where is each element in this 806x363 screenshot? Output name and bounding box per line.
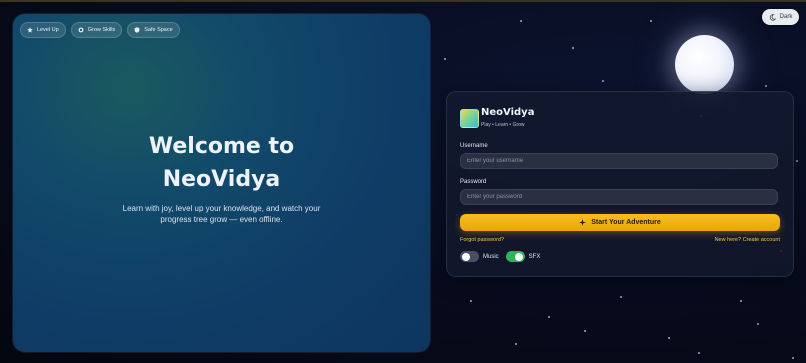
star	[698, 352, 700, 354]
music-toggle-knob	[461, 252, 470, 261]
star	[572, 47, 574, 49]
star	[548, 316, 550, 318]
theme-toggle-label: Dark	[779, 14, 793, 20]
brand-name: NeoVidya	[481, 107, 535, 118]
star	[668, 337, 670, 339]
subtitle-line-1: Learn with joy, level up your knowledge,…	[122, 204, 321, 213]
sparkle-icon	[579, 219, 587, 226]
star	[515, 343, 517, 345]
feature-chips: Level Up Grow Skills Safe Space	[20, 22, 180, 38]
star	[520, 20, 522, 22]
chip-label: Level Up	[37, 27, 59, 33]
star-icon	[27, 27, 33, 33]
music-toggle[interactable]	[460, 251, 479, 262]
chip-grow-skills: Grow Skills	[70, 22, 123, 38]
sfx-toggle-knob	[515, 252, 524, 261]
welcome-subtitle: Learn with joy, level up your knowledge,…	[113, 203, 330, 225]
start-adventure-label: Start Your Adventure	[591, 219, 661, 226]
welcome-heading: Welcome to NeoVidya	[13, 130, 430, 196]
star	[650, 20, 652, 22]
star	[602, 80, 604, 82]
sfx-label: SFX	[528, 253, 541, 260]
star	[765, 85, 767, 87]
password-input[interactable]	[460, 189, 778, 205]
top-border	[0, 0, 806, 2]
star	[792, 357, 794, 359]
music-label: Music	[483, 253, 499, 260]
chip-level-up: Level Up	[20, 22, 66, 38]
sound-toggles: Music SFX	[460, 251, 540, 262]
star	[444, 58, 446, 60]
chip-safe-space: Safe Space	[127, 22, 180, 38]
welcome-panel: Level Up Grow Skills Safe Space Welcome …	[13, 14, 430, 352]
subtitle-line-2: progress tree grow — even offline.	[160, 215, 283, 224]
password-label: Password	[460, 179, 487, 185]
moon-icon	[769, 13, 776, 21]
brand-tagline: Play • Learn • Grow	[481, 122, 525, 128]
heading-line-2: NeoVidya	[162, 167, 281, 192]
star	[740, 300, 742, 302]
sprout-icon	[78, 27, 84, 33]
chip-label: Grow Skills	[87, 27, 116, 33]
chip-label: Safe Space	[144, 27, 173, 33]
shield-icon	[134, 27, 140, 33]
moon-decoration	[675, 35, 734, 94]
star	[796, 160, 798, 162]
username-input[interactable]	[460, 153, 778, 169]
theme-toggle-button[interactable]: Dark	[762, 9, 799, 25]
create-account-link[interactable]: New here? Create account	[715, 237, 780, 243]
star	[757, 323, 759, 325]
heading-line-1: Welcome to	[148, 134, 295, 159]
star	[470, 300, 472, 302]
forgot-password-link[interactable]: Forgot password?	[460, 237, 504, 243]
login-card: NeoVidya Play • Learn • Grow Username Pa…	[446, 91, 794, 277]
star	[584, 330, 586, 332]
app-logo	[460, 109, 479, 128]
star	[620, 296, 622, 298]
username-label: Username	[460, 143, 488, 149]
sfx-toggle[interactable]	[505, 251, 525, 262]
start-adventure-button[interactable]: Start Your Adventure	[460, 214, 780, 231]
